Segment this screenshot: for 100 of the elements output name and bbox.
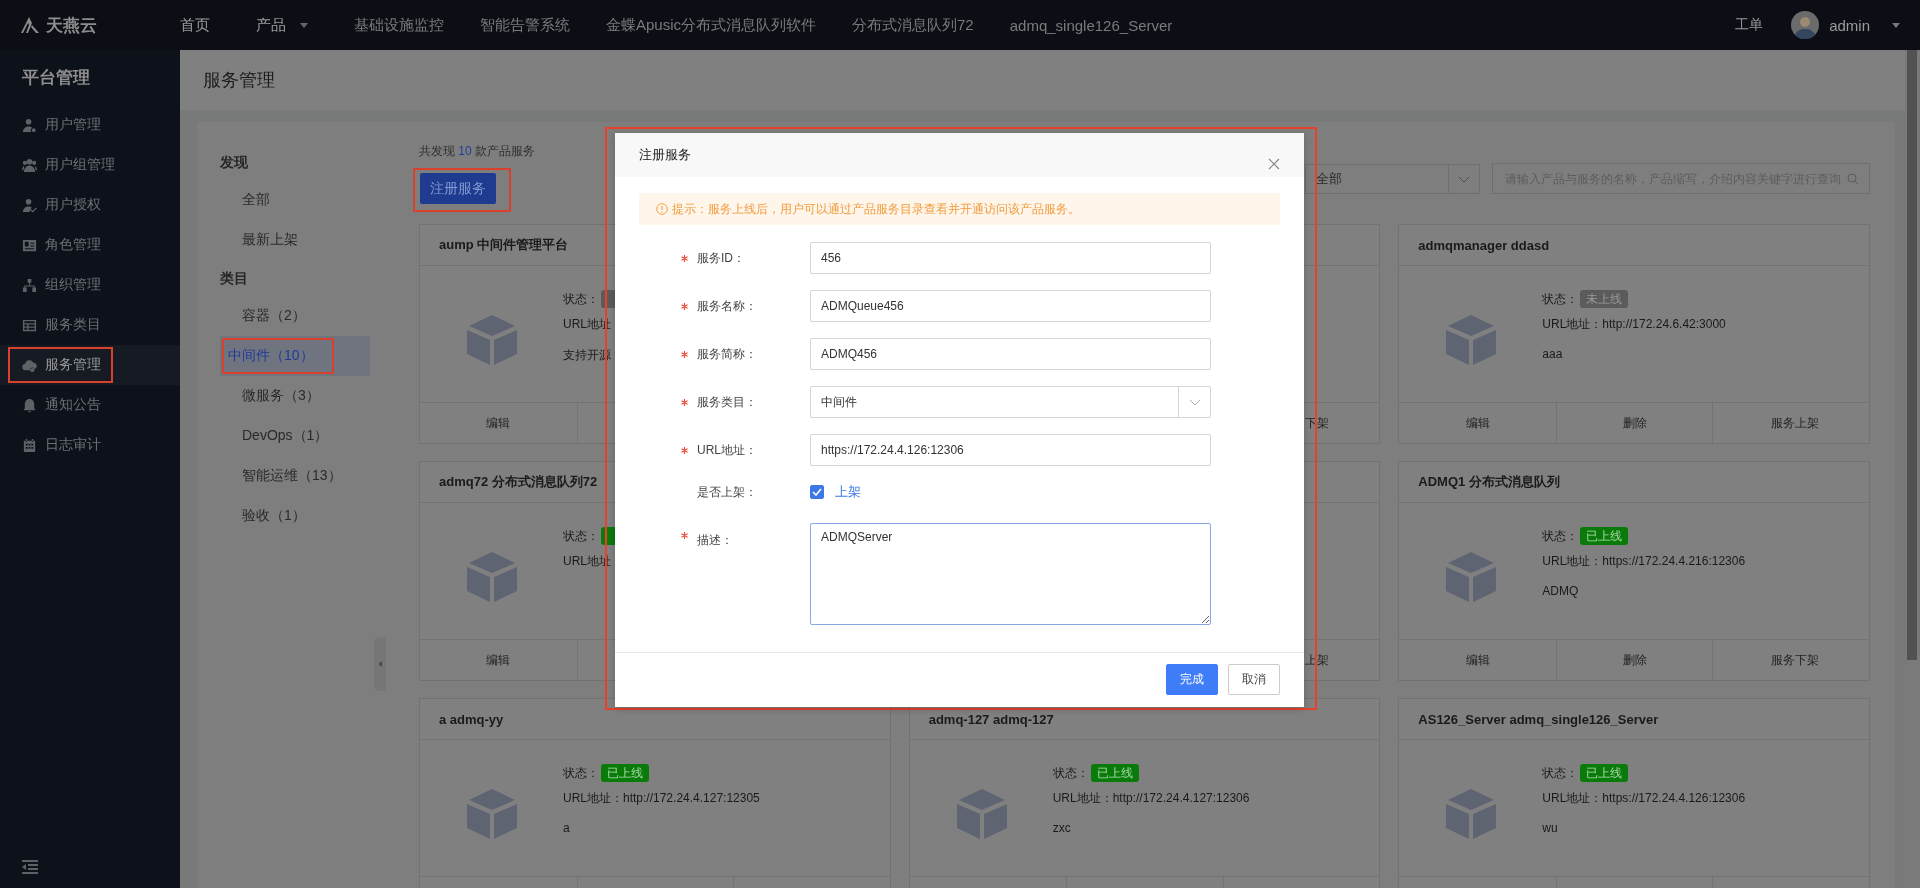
collapse-handle-icon[interactable] <box>374 637 386 691</box>
card-action-link[interactable]: 删除 <box>1622 414 1647 432</box>
chevron-down-icon <box>1188 398 1201 406</box>
service-description: aaa <box>1542 347 1564 361</box>
category-label: 验收（1） <box>241 506 307 525</box>
nav-link[interactable]: 基础设施监控 <box>354 15 444 35</box>
sidebar-item[interactable]: 日志审计 <box>0 425 180 465</box>
cancel-button[interactable]: 取消 <box>1228 663 1280 695</box>
sidebar-item[interactable]: 通知公告 <box>0 385 180 425</box>
confirm-button[interactable]: 完成 <box>1166 663 1218 695</box>
nav-link[interactable]: 智能告警系统 <box>480 15 570 35</box>
sidebar-item-label: 服务类目 <box>45 316 101 334</box>
ticket-link[interactable]: 工单 <box>1735 16 1764 34</box>
category-label: 中间件（10） <box>222 338 334 374</box>
sidebar-item[interactable]: 用户组管理 <box>0 145 180 185</box>
field-label: 服务类目： <box>697 393 758 411</box>
register-service-button[interactable]: 注册服务 <box>420 173 496 204</box>
sidebar-item-label: 组织管理 <box>45 276 101 294</box>
sidebar-item[interactable]: 组织管理 <box>0 265 180 305</box>
service-url: URL地址：http://172.24.4.127:12305 <box>563 790 760 807</box>
card-action-link[interactable]: 服务下架 <box>1770 651 1819 669</box>
user-check-icon <box>22 197 37 213</box>
search-icon <box>1847 172 1859 185</box>
sidebar-item[interactable]: 服务管理 <box>0 345 180 385</box>
status-badge: 已上线 <box>1580 527 1629 545</box>
category-heading: 发现 <box>219 153 249 172</box>
category-filter-dropdown[interactable]: 全部 <box>1305 164 1480 194</box>
checkbox[interactable] <box>810 485 824 499</box>
sidebar-item[interactable]: 角色管理 <box>0 225 180 265</box>
user-name[interactable]: admin <box>1829 16 1870 34</box>
sidebar-item-label: 用户组管理 <box>45 156 115 174</box>
card-action-link[interactable]: 编辑 <box>486 651 511 669</box>
id-card-icon <box>22 237 37 253</box>
card-title: admq-127 admq-127 <box>928 711 1054 727</box>
nav-link[interactable]: 首页 <box>180 15 210 35</box>
description-textarea[interactable]: ADMQServer <box>810 523 1211 625</box>
text-field[interactable]: 456 <box>810 242 1211 274</box>
text-field[interactable]: https://172.24.4.126:12306 <box>810 434 1211 466</box>
close-icon[interactable] <box>1268 158 1280 170</box>
service-description: zxc <box>1052 821 1072 835</box>
category-item[interactable]: 中间件（10） <box>220 336 370 376</box>
status-label: 状态： <box>1542 527 1579 545</box>
cube-icon <box>1444 313 1499 367</box>
card-action-link[interactable]: 删除 <box>1622 651 1647 669</box>
chevron-down-icon <box>1458 175 1470 183</box>
card-action-link[interactable]: 编辑 <box>1465 414 1490 432</box>
sidebar-item[interactable]: 用户管理 <box>0 105 180 145</box>
notice-text: 提示：服务上线后，用户可以通过产品服务目录查看并开通访问该产品服务。 <box>672 200 1080 218</box>
users-icon <box>22 157 37 173</box>
service-description: ADMQ <box>1542 584 1580 598</box>
swallow-logo-icon <box>20 16 40 34</box>
status-badge: 已上线 <box>601 764 649 782</box>
sidebar-title: 平台管理 <box>21 67 91 89</box>
scrollbar-thumb[interactable] <box>1907 50 1917 660</box>
collapse-menu-icon[interactable] <box>22 860 38 874</box>
category-item[interactable]: 最新上架 <box>220 220 370 260</box>
cube-icon <box>1444 787 1499 841</box>
sidebar-item[interactable]: 用户授权 <box>0 185 180 225</box>
card-title: aump 中间件管理平台 <box>439 236 569 254</box>
service-url: URL地址：http://172.24.4.127:12306 <box>1052 790 1250 807</box>
text-field[interactable]: ADMQueue456 <box>810 290 1211 322</box>
field-label: 服务ID： <box>697 249 746 267</box>
card-action-link[interactable]: 服务上架 <box>1770 414 1819 432</box>
field-label: 服务简称： <box>697 345 758 363</box>
status-badge: 已上线 <box>1580 764 1629 782</box>
category-label: 全部 <box>241 190 271 209</box>
page-title: 服务管理 <box>203 69 275 92</box>
card-title: admqmanager ddasd <box>1418 237 1550 253</box>
dialog-title: 注册服务 <box>639 146 691 164</box>
sidebar-item-label: 角色管理 <box>45 236 101 254</box>
avatar-icon[interactable] <box>1791 11 1820 39</box>
service-url: URL地址：https://172.24.4.216:12306 <box>1542 553 1746 570</box>
status-label: 状态： <box>563 764 599 782</box>
category-item[interactable]: 全部 <box>220 180 370 220</box>
field-label: 是否上架： <box>697 483 758 501</box>
org-chart-icon <box>22 277 37 293</box>
text-field[interactable]: ADMQ456 <box>810 338 1211 370</box>
nav-link[interactable]: admq_single126_Server <box>1009 16 1173 34</box>
status-label: 状态： <box>1542 290 1579 308</box>
category-select[interactable]: 中间件 <box>810 386 1211 418</box>
nav-link[interactable]: 产品 <box>256 15 308 35</box>
caret-icon[interactable] <box>1892 22 1900 28</box>
category-item[interactable]: DevOps（1） <box>220 416 370 456</box>
nav-link[interactable]: 金蝶Apusic分布式消息队列软件 <box>606 15 817 35</box>
info-icon <box>656 203 668 215</box>
cube-icon <box>465 550 519 604</box>
category-heading: 类目 <box>219 269 249 288</box>
card-action-link[interactable]: 编辑 <box>486 414 511 432</box>
category-item[interactable]: 验收（1） <box>220 496 370 536</box>
card-action-link[interactable]: 编辑 <box>1465 651 1490 669</box>
category-item[interactable]: 容器（2） <box>220 296 370 336</box>
category-label: 智能运维（13） <box>241 466 343 485</box>
field-label: URL地址： <box>697 441 758 459</box>
checkbox-label[interactable]: 上架 <box>835 483 861 501</box>
category-label: DevOps（1） <box>241 426 330 445</box>
nav-link[interactable]: 分布式消息队列72 <box>852 15 974 35</box>
category-item[interactable]: 微服务（3） <box>220 376 370 416</box>
sidebar-item[interactable]: 服务类目 <box>0 305 180 345</box>
service-url: URL地址：http://172.24.6.42:3000 <box>1542 316 1726 333</box>
category-item[interactable]: 智能运维（13） <box>220 456 370 496</box>
